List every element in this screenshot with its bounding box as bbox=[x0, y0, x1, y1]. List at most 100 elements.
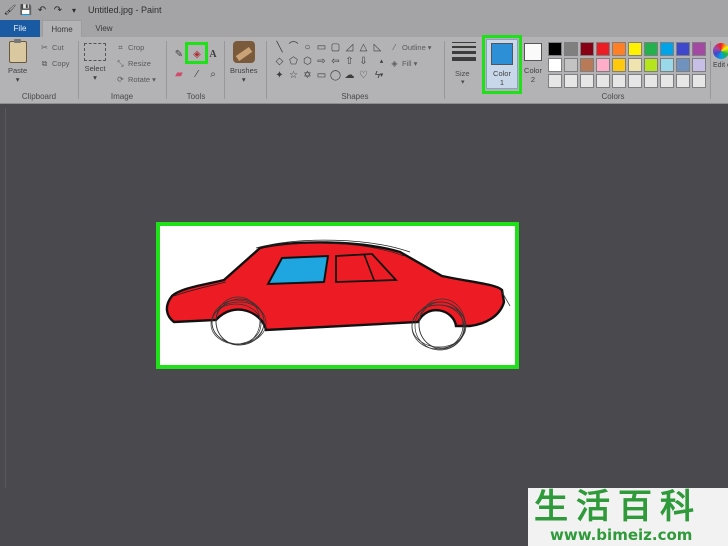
rotate-button[interactable]: ⟳ Rotate ▾ bbox=[116, 75, 156, 84]
shape-pentagon-icon[interactable]: ⬠ bbox=[288, 56, 299, 67]
edit-colors-button[interactable]: Edit colors bbox=[713, 43, 728, 83]
palette-swatch[interactable] bbox=[580, 42, 594, 56]
drawing-canvas[interactable] bbox=[156, 222, 519, 369]
eraser-icon[interactable]: ▰ bbox=[172, 67, 186, 81]
canvas-area[interactable] bbox=[0, 104, 728, 546]
divider bbox=[266, 41, 267, 99]
palette-swatch[interactable] bbox=[660, 58, 674, 72]
shape-line-icon[interactable]: ╲ bbox=[274, 42, 285, 53]
paste-button[interactable]: Paste ▾ bbox=[8, 39, 28, 84]
text-icon[interactable]: A bbox=[206, 47, 220, 61]
shape-right-triangle-icon[interactable]: ◺ bbox=[372, 42, 383, 53]
palette-swatch[interactable] bbox=[612, 58, 626, 72]
crop-button[interactable]: ⌗ Crop bbox=[116, 43, 145, 53]
palette-swatch[interactable] bbox=[548, 58, 562, 72]
palette-swatch[interactable] bbox=[692, 58, 706, 72]
shape-polygon-icon[interactable]: ◿ bbox=[344, 42, 355, 53]
shape-triangle-icon[interactable]: △ bbox=[358, 42, 369, 53]
shape-callout-rect-icon[interactable]: ▭ bbox=[316, 70, 327, 81]
shape-rounded-rectangle-icon[interactable]: ▢ bbox=[330, 42, 341, 53]
resize-icon: ⤡ bbox=[117, 58, 124, 68]
color1-number: 1 bbox=[499, 78, 505, 87]
shape-cloud-icon[interactable]: ☁ bbox=[344, 70, 355, 81]
chevron-down-icon: ▾ bbox=[461, 79, 465, 86]
customize-icon[interactable]: ▾ bbox=[68, 4, 80, 16]
palette-swatch[interactable] bbox=[692, 42, 706, 56]
fill-button[interactable]: ◈ Fill ▾ bbox=[390, 59, 417, 68]
palette-swatch[interactable] bbox=[548, 42, 562, 56]
shape-six-point-star-icon[interactable]: ✡ bbox=[302, 70, 313, 81]
fill-icon: ◈ bbox=[391, 59, 398, 68]
palette-swatch[interactable] bbox=[692, 74, 706, 88]
pencil-icon[interactable]: ✎ bbox=[172, 47, 186, 61]
palette-swatch[interactable] bbox=[564, 42, 578, 56]
shape-diamond-icon[interactable]: ◇ bbox=[274, 56, 285, 67]
shape-left-arrow-icon[interactable]: ⇦ bbox=[330, 56, 341, 67]
magnifier-icon[interactable]: ⌕ bbox=[206, 67, 220, 81]
palette-swatch[interactable] bbox=[644, 42, 658, 56]
select-button[interactable]: Select ▾ bbox=[84, 43, 106, 82]
undo-icon[interactable]: ↶ bbox=[36, 4, 48, 16]
watermark-text: 生活百科 bbox=[534, 487, 702, 527]
tab-home[interactable]: Home bbox=[42, 20, 82, 37]
palette-swatch[interactable] bbox=[564, 74, 578, 88]
palette-swatch[interactable] bbox=[564, 58, 578, 72]
shape-four-point-star-icon[interactable]: ✦ bbox=[274, 70, 285, 81]
shapes-more-icon[interactable]: ▾ bbox=[376, 70, 387, 81]
palette-swatch[interactable] bbox=[580, 74, 594, 88]
palette-swatch[interactable] bbox=[644, 58, 658, 72]
chevron-down-icon: ▾ bbox=[413, 59, 418, 68]
redo-icon[interactable]: ↷ bbox=[52, 4, 64, 16]
shape-right-arrow-icon[interactable]: ⇨ bbox=[316, 56, 327, 67]
shape-callout-oval-icon[interactable]: ◯ bbox=[330, 70, 341, 81]
shape-curve-icon[interactable]: ⌒ bbox=[288, 42, 299, 53]
fill-bucket-icon[interactable]: ◈ bbox=[190, 47, 204, 61]
shapes-scroll-up-icon[interactable]: ▴ bbox=[376, 56, 387, 67]
size-label: Size bbox=[455, 69, 470, 78]
tab-file[interactable]: File bbox=[0, 20, 40, 37]
shape-up-arrow-icon[interactable]: ⇧ bbox=[344, 56, 355, 67]
paint-app-icon[interactable]: 🖌 bbox=[4, 4, 17, 16]
cut-button[interactable]: ✂ Cut bbox=[40, 43, 64, 52]
copy-button[interactable]: ⧉ Copy bbox=[40, 59, 70, 69]
watermark-url: www.bimeiz.com bbox=[550, 526, 693, 544]
palette-swatch[interactable] bbox=[548, 74, 562, 88]
crop-label: Crop bbox=[128, 43, 145, 52]
palette-swatch[interactable] bbox=[676, 58, 690, 72]
palette-swatch[interactable] bbox=[612, 42, 626, 56]
shape-rectangle-icon[interactable]: ▭ bbox=[316, 42, 327, 53]
chevron-down-icon: ▾ bbox=[241, 75, 246, 84]
paste-label: Paste bbox=[8, 66, 28, 75]
resize-button[interactable]: ⤡ Resize bbox=[116, 58, 151, 69]
palette-swatch[interactable] bbox=[644, 74, 658, 88]
palette-swatch[interactable] bbox=[628, 42, 642, 56]
shape-five-point-star-icon[interactable]: ☆ bbox=[288, 70, 299, 81]
palette-swatch[interactable] bbox=[612, 74, 626, 88]
tab-view[interactable]: View bbox=[86, 20, 122, 37]
palette-swatch[interactable] bbox=[580, 58, 594, 72]
color2-button[interactable]: Color 2 bbox=[522, 43, 544, 84]
color1-button[interactable]: Color 1 bbox=[486, 39, 518, 89]
palette-swatch[interactable] bbox=[628, 58, 642, 72]
palette-swatch[interactable] bbox=[628, 74, 642, 88]
palette-swatch[interactable] bbox=[660, 74, 674, 88]
car-drawing bbox=[165, 239, 511, 351]
color-picker-icon[interactable]: ⁄ bbox=[190, 67, 204, 81]
palette-swatch[interactable] bbox=[596, 58, 610, 72]
window-title: Untitled.jpg - Paint bbox=[88, 5, 162, 15]
palette-swatch[interactable] bbox=[676, 74, 690, 88]
palette-swatch[interactable] bbox=[596, 74, 610, 88]
palette-swatch[interactable] bbox=[676, 42, 690, 56]
outline-button[interactable]: ⁄ Outline ▾ bbox=[390, 43, 432, 52]
shape-oval-icon[interactable]: ○ bbox=[302, 42, 313, 53]
brushes-button[interactable]: Brushes ▾ bbox=[230, 41, 258, 84]
divider bbox=[224, 41, 225, 99]
shape-heart-icon[interactable]: ♡ bbox=[358, 70, 369, 81]
shape-hexagon-icon[interactable]: ⬡ bbox=[302, 56, 313, 67]
chevron-down-icon: ▾ bbox=[427, 43, 432, 52]
shape-down-arrow-icon[interactable]: ⇩ bbox=[358, 56, 369, 67]
palette-swatch[interactable] bbox=[596, 42, 610, 56]
palette-swatch[interactable] bbox=[660, 42, 674, 56]
ribbon-tabs: File Home View bbox=[0, 20, 728, 37]
save-icon[interactable]: 💾 bbox=[20, 4, 32, 16]
